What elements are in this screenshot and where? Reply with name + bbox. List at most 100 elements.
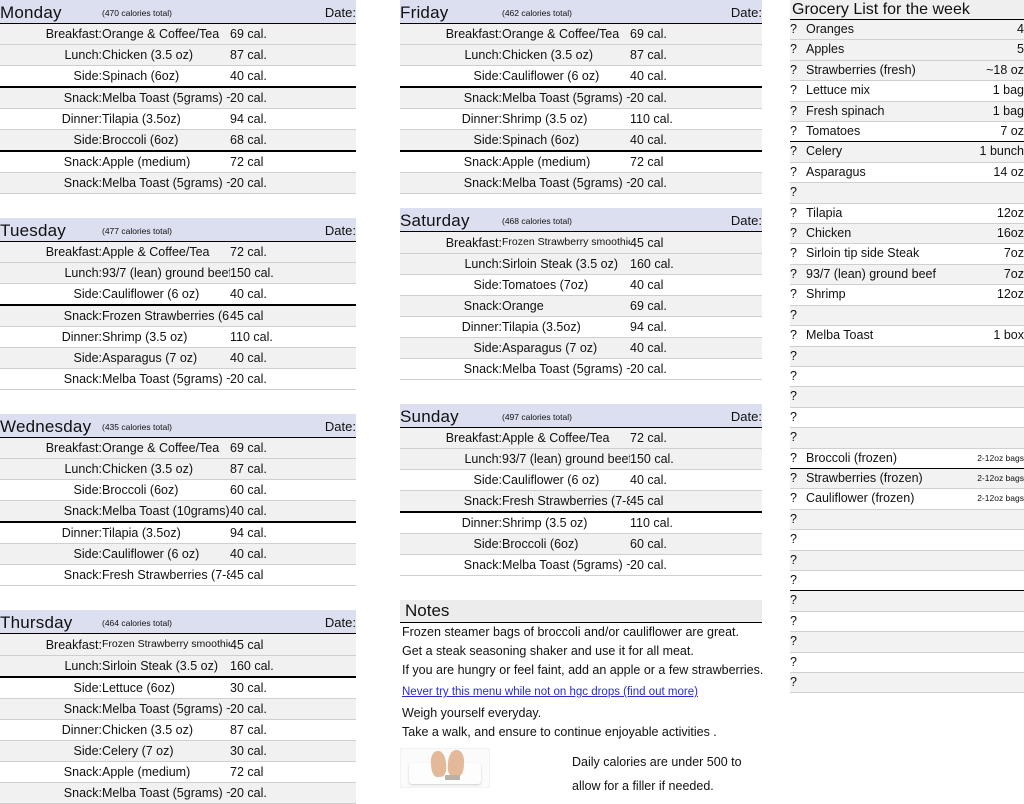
meal-calories: 72 cal. — [630, 427, 762, 449]
grocery-checkbox[interactable]: ? — [790, 529, 806, 551]
grocery-checkbox[interactable]: ? — [790, 60, 806, 82]
filler-line-2: allow for a filler if needed. — [572, 779, 714, 793]
grocery-item-quantity — [950, 346, 1024, 367]
grocery-checkbox[interactable]: ? — [790, 20, 806, 41]
date-field[interactable]: Date: — [230, 610, 356, 634]
grocery-checkbox[interactable]: ? — [790, 652, 806, 674]
grocery-checkbox[interactable]: ? — [790, 284, 806, 306]
meal-row: Snack:Melba Toast (5grams) ~1 piece20 ca… — [0, 368, 356, 390]
grocery-checkbox[interactable]: ? — [790, 346, 806, 367]
grocery-checkbox[interactable]: ? — [790, 121, 806, 143]
grocery-row: ? — [790, 631, 1024, 653]
grocery-list-column: Grocery List for the week ? Oranges 4? Appl… — [790, 0, 1024, 694]
meal-label: Snack: — [0, 305, 102, 327]
grocery-row: ? Oranges 4 — [790, 20, 1024, 41]
meal-item: Melba Toast (5grams) ~1 piece — [102, 87, 230, 109]
meal-item: Chicken (3.5 oz) — [502, 44, 630, 66]
meal-row: Snack:Melba Toast (5grams) ~1 piece20 ca… — [400, 554, 762, 576]
grocery-checkbox[interactable]: ? — [790, 325, 806, 347]
grocery-checkbox[interactable]: ? — [790, 672, 806, 694]
grocery-checkbox[interactable]: ? — [790, 264, 806, 286]
meal-item: Spinach (6oz) — [502, 129, 630, 152]
grocery-item-quantity: ~18 oz — [950, 60, 1024, 82]
grocery-row: ? Strawberries (fresh) ~18 oz — [790, 60, 1024, 82]
grocery-checkbox[interactable]: ? — [790, 550, 806, 571]
grocery-item-name: Celery — [806, 141, 950, 163]
meal-item: Melba Toast (5grams) ~1 piece — [102, 698, 230, 720]
grocery-checkbox[interactable]: ? — [790, 468, 806, 490]
meal-item: 93/7 (lean) ground beef — [102, 262, 230, 284]
meal-label: Breakfast: — [0, 23, 102, 45]
date-field[interactable]: Date: — [230, 414, 356, 438]
meal-label: Breakfast: — [400, 23, 502, 45]
grocery-checkbox[interactable]: ? — [790, 243, 806, 265]
notes-line: Get a steak seasoning shaker and use it … — [402, 644, 694, 658]
day-name: Sunday — [400, 404, 502, 428]
meal-calories: 60 cal. — [630, 533, 762, 555]
grocery-checkbox[interactable]: ? — [790, 223, 806, 245]
grocery-item-quantity — [950, 611, 1024, 633]
meal-item: Tomatoes (7oz) — [502, 274, 630, 296]
grocery-item-name: Tomatoes — [806, 121, 950, 143]
grocery-item-name: Broccoli (frozen) — [806, 448, 950, 469]
weekday-column-left: Monday (470 calories total) Date: Breakfast… — [0, 0, 356, 804]
grocery-checkbox[interactable]: ? — [790, 101, 806, 123]
grocery-item-quantity: 12oz — [950, 284, 1024, 306]
meal-calories: 20 cal. — [230, 172, 356, 194]
grocery-checkbox[interactable]: ? — [790, 203, 806, 225]
grocery-item-name: Lettuce mix — [806, 80, 950, 102]
grocery-checkbox[interactable]: ? — [790, 448, 806, 469]
day-header-row: Monday (470 calories total) Date: — [0, 0, 356, 24]
meal-item: Melba Toast (5grams) ~1 piece — [102, 782, 230, 804]
grocery-checkbox[interactable]: ? — [790, 427, 806, 449]
meal-calories: 40 cal. — [230, 65, 356, 88]
meal-item: Cauliflower (6 oz) — [102, 283, 230, 306]
date-field[interactable]: Date: — [630, 404, 762, 428]
meal-item: Apple & Coffee/Tea — [502, 427, 630, 449]
grocery-checkbox[interactable]: ? — [790, 590, 806, 612]
grocery-item-quantity: 2-12oz bags — [950, 468, 1024, 490]
meal-item: Orange & Coffee/Tea — [102, 437, 230, 459]
meal-row: Snack:Melba Toast (5grams) ~1 piece20 ca… — [0, 172, 356, 194]
meal-label: Side: — [0, 479, 102, 501]
meal-item: Asparagus (7 oz) — [102, 347, 230, 369]
grocery-item-quantity: 14 oz — [950, 162, 1024, 184]
grocery-checkbox[interactable]: ? — [790, 39, 806, 61]
meal-row: Snack: Fresh Strawberries (7-8) 45 cal — [400, 490, 762, 513]
hgc-drops-link[interactable]: Never try this menu while not on hgc dro… — [400, 680, 762, 704]
grocery-item-quantity — [950, 550, 1024, 571]
date-field[interactable]: Date: — [630, 0, 762, 24]
grocery-checkbox[interactable]: ? — [790, 631, 806, 653]
grocery-checkbox[interactable]: ? — [790, 305, 806, 327]
grocery-checkbox[interactable]: ? — [790, 141, 806, 163]
grocery-checkbox[interactable]: ? — [790, 570, 806, 592]
grocery-checkbox[interactable]: ? — [790, 611, 806, 633]
meal-label: Lunch: — [400, 448, 502, 470]
grocery-checkbox[interactable]: ? — [790, 488, 806, 510]
meal-row: Snack:Melba Toast (5grams) ~1 piece20 ca… — [400, 172, 762, 194]
grocery-checkbox[interactable]: ? — [790, 366, 806, 388]
grocery-item-name: 93/7 (lean) ground beef — [806, 264, 950, 286]
meal-calories: 40 cal — [630, 274, 762, 296]
meal-label: Side: — [400, 469, 502, 491]
date-field[interactable]: Date: — [230, 218, 356, 242]
grocery-checkbox[interactable]: ? — [790, 509, 806, 531]
grocery-checkbox[interactable]: ? — [790, 162, 806, 184]
date-field[interactable]: Date: — [230, 0, 356, 24]
grocery-item-quantity — [950, 631, 1024, 653]
grocery-row: ? — [790, 182, 1024, 204]
grocery-checkbox[interactable]: ? — [790, 80, 806, 102]
grocery-item-name — [806, 570, 950, 592]
grocery-checkbox[interactable]: ? — [790, 407, 806, 429]
day-block-friday: Friday (462 calories total) Date: Breakfast… — [400, 0, 762, 194]
meal-calories: 40 cal. — [230, 283, 356, 306]
date-field[interactable]: Date: — [630, 208, 762, 232]
day-calorie-total: (470 calories total) — [102, 0, 230, 24]
meal-item: Tilapia (3.5oz) — [102, 522, 230, 544]
meal-calories: 69 cal. — [630, 295, 762, 317]
grocery-checkbox[interactable]: ? — [790, 182, 806, 204]
grocery-item-quantity: 1 bag — [950, 101, 1024, 123]
meal-row: Side: Broccoli (6oz) 68 cal. — [0, 129, 356, 152]
grocery-checkbox[interactable]: ? — [790, 386, 806, 408]
